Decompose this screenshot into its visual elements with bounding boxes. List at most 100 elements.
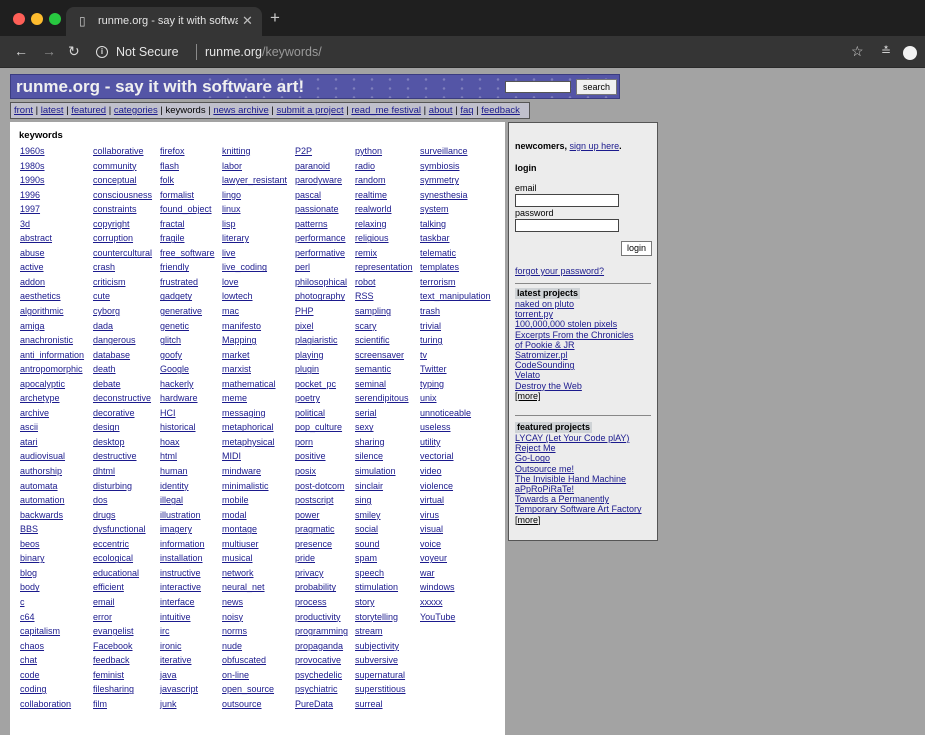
keyword-link[interactable]: symbiosis — [420, 159, 491, 174]
keyword-link[interactable]: lowtech — [222, 289, 287, 304]
keyword-link[interactable]: porn — [295, 435, 348, 450]
keyword-link[interactable]: pascal — [295, 188, 348, 203]
keyword-link[interactable]: automata — [20, 479, 84, 494]
keyword-link[interactable]: system — [420, 202, 491, 217]
keyword-link[interactable]: social — [355, 522, 413, 537]
minimize-window-button[interactable] — [31, 13, 43, 25]
keyword-link[interactable]: folk — [160, 173, 215, 188]
keyword-link[interactable]: voyeur — [420, 551, 491, 566]
keyword-link[interactable]: criticism — [93, 275, 152, 290]
keyword-link[interactable]: fractal — [160, 217, 215, 232]
keyword-link[interactable]: stimulation — [355, 580, 413, 595]
keyword-link[interactable]: conceptual — [93, 173, 152, 188]
keyword-link[interactable]: patterns — [295, 217, 348, 232]
keyword-link[interactable]: talking — [420, 217, 491, 232]
keyword-link[interactable]: friendly — [160, 260, 215, 275]
project-link[interactable]: of Pookie & JR — [515, 340, 634, 350]
keyword-link[interactable]: Facebook — [93, 639, 152, 654]
keyword-link[interactable]: firefox — [160, 144, 215, 159]
project-link[interactable]: Outsource me! — [515, 464, 642, 474]
keyword-link[interactable]: anti_information — [20, 348, 84, 363]
keyword-link[interactable]: musical — [222, 551, 287, 566]
keyword-link[interactable]: news — [222, 595, 287, 610]
project-link[interactable]: Towards a Permanently — [515, 494, 642, 504]
keyword-link[interactable]: hardware — [160, 391, 215, 406]
keyword-link[interactable]: supernatural — [355, 668, 413, 683]
keyword-link[interactable]: seminal — [355, 377, 413, 392]
keyword-link[interactable]: 1997 — [20, 202, 84, 217]
keyword-link[interactable]: dos — [93, 493, 152, 508]
keyword-link[interactable]: synesthesia — [420, 188, 491, 203]
keyword-link[interactable]: presence — [295, 537, 348, 552]
keyword-link[interactable]: feminist — [93, 668, 152, 683]
keyword-link[interactable]: amiga — [20, 319, 84, 334]
keyword-link[interactable]: nude — [222, 639, 287, 654]
keyword-link[interactable]: anachronistic — [20, 333, 84, 348]
keyword-link[interactable]: parodyware — [295, 173, 348, 188]
extension-icon[interactable]: ≛ — [881, 45, 891, 57]
keyword-link[interactable]: political — [295, 406, 348, 421]
keyword-link[interactable]: RSS — [355, 289, 413, 304]
keyword-link[interactable]: typing — [420, 377, 491, 392]
keyword-link[interactable]: stream — [355, 624, 413, 639]
keyword-link[interactable]: imagery — [160, 522, 215, 537]
keyword-link[interactable]: backwards — [20, 508, 84, 523]
keyword-link[interactable]: Mapping — [222, 333, 287, 348]
keyword-link[interactable]: programming — [295, 624, 348, 639]
keyword-link[interactable]: consciousness — [93, 188, 152, 203]
keyword-link[interactable]: formalist — [160, 188, 215, 203]
keyword-link[interactable]: email — [93, 595, 152, 610]
keyword-link[interactable]: abstract — [20, 231, 84, 246]
keyword-link[interactable]: metaphorical — [222, 420, 287, 435]
keyword-link[interactable]: BBS — [20, 522, 84, 537]
keyword-link[interactable]: love — [222, 275, 287, 290]
project-link[interactable]: torrent.py — [515, 309, 634, 319]
keyword-link[interactable]: mobile — [222, 493, 287, 508]
keyword-link[interactable]: desktop — [93, 435, 152, 450]
nav-item-feedback[interactable]: feedback — [481, 105, 520, 116]
keyword-link[interactable]: python — [355, 144, 413, 159]
keyword-link[interactable]: javascript — [160, 682, 215, 697]
keyword-link[interactable]: symmetry — [420, 173, 491, 188]
keyword-link[interactable]: design — [93, 420, 152, 435]
keyword-link[interactable]: lingo — [222, 188, 287, 203]
keyword-link[interactable]: dysfunctional — [93, 522, 152, 537]
info-icon[interactable]: i — [96, 46, 108, 58]
keyword-link[interactable]: knitting — [222, 144, 287, 159]
keyword-link[interactable]: ironic — [160, 639, 215, 654]
keyword-link[interactable]: surreal — [355, 697, 413, 712]
keyword-link[interactable]: process — [295, 595, 348, 610]
keyword-link[interactable]: crash — [93, 260, 152, 275]
keyword-link[interactable]: xxxxx — [420, 595, 491, 610]
keyword-link[interactable]: cyborg — [93, 304, 152, 319]
back-icon[interactable]: ← — [14, 44, 28, 58]
keyword-link[interactable]: plugin — [295, 362, 348, 377]
email-field[interactable] — [515, 194, 619, 207]
keyword-link[interactable]: filesharing — [93, 682, 152, 697]
keyword-link[interactable]: 1990s — [20, 173, 84, 188]
project-link[interactable]: Temporary Software Art Factory — [515, 504, 642, 514]
nav-item-latest[interactable]: latest — [41, 105, 64, 116]
keyword-link[interactable]: speech — [355, 566, 413, 581]
signup-link[interactable]: sign up here — [570, 141, 620, 151]
nav-item-categories[interactable]: categories — [114, 105, 158, 116]
keyword-link[interactable]: genetic — [160, 319, 215, 334]
keyword-link[interactable]: illustration — [160, 508, 215, 523]
keyword-link[interactable]: pop_culture — [295, 420, 348, 435]
keyword-link[interactable]: tv — [420, 348, 491, 363]
keyword-link[interactable]: propaganda — [295, 639, 348, 654]
keyword-link[interactable]: cute — [93, 289, 152, 304]
keyword-link[interactable]: countercultural — [93, 246, 152, 261]
keyword-link[interactable]: poetry — [295, 391, 348, 406]
keyword-link[interactable]: abuse — [20, 246, 84, 261]
keyword-link[interactable]: decorative — [93, 406, 152, 421]
keyword-link[interactable]: audiovisual — [20, 449, 84, 464]
keyword-link[interactable]: human — [160, 464, 215, 479]
project-link[interactable]: Excerpts From the Chronicles — [515, 330, 634, 340]
keyword-link[interactable]: metaphysical — [222, 435, 287, 450]
keyword-link[interactable]: serendipitous — [355, 391, 413, 406]
more-link[interactable]: [more] — [515, 391, 634, 401]
keyword-link[interactable]: authorship — [20, 464, 84, 479]
nav-item-faq[interactable]: faq — [460, 105, 473, 116]
keyword-link[interactable]: posix — [295, 464, 348, 479]
